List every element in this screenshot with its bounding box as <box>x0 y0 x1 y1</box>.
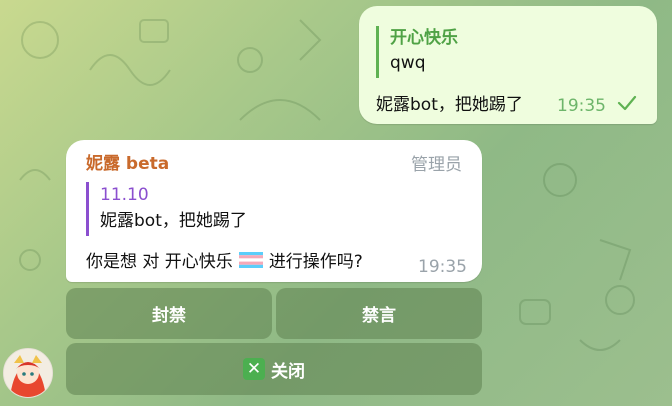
incoming-text-after: 进行操作吗? <box>268 252 363 272</box>
admin-role-badge: 管理员 <box>411 155 462 175</box>
outgoing-message-bubble[interactable]: 开心快乐 qwq 妮露bot，把她踢了 19:35 <box>359 6 657 124</box>
incoming-reply-name: 11.10 <box>100 185 149 205</box>
outgoing-message-time: 19:35 <box>557 96 606 116</box>
avatar[interactable] <box>3 348 53 398</box>
close-button-label: 关闭 <box>271 361 305 382</box>
close-button[interactable]: ✕ 关闭 <box>66 343 482 395</box>
outgoing-reply-text: qwq <box>390 53 426 73</box>
incoming-text-before: 你是想 对 开心快乐 <box>86 252 233 272</box>
sender-name[interactable]: 妮露 beta <box>86 149 169 174</box>
outgoing-message-text: 妮露bot，把她踢了 <box>376 95 523 115</box>
incoming-message-text: 你是想 对 开心快乐 进行操作吗? <box>86 247 363 272</box>
outgoing-reply-quote[interactable]: 开心快乐 qwq <box>376 26 576 78</box>
avatar-image <box>4 349 52 397</box>
mute-button[interactable]: 禁言 <box>276 288 482 339</box>
transgender-flag-icon <box>238 251 263 268</box>
incoming-message-time: 19:35 <box>418 257 467 277</box>
cross-mark-icon: ✕ <box>243 358 265 380</box>
incoming-message-bubble[interactable]: 妮露 beta 管理员 11.10 妮露bot，把她踢了 你是想 对 开心快乐 … <box>66 140 482 282</box>
ban-button[interactable]: 封禁 <box>66 288 272 339</box>
incoming-reply-text: 妮露bot，把她踢了 <box>100 211 247 231</box>
check-icon <box>617 95 637 111</box>
ban-button-label: 封禁 <box>152 306 186 326</box>
mute-button-label: 禁言 <box>362 306 396 326</box>
outgoing-reply-name: 开心快乐 <box>390 28 458 48</box>
incoming-reply-quote[interactable]: 11.10 妮露bot，把她踢了 <box>86 182 336 236</box>
